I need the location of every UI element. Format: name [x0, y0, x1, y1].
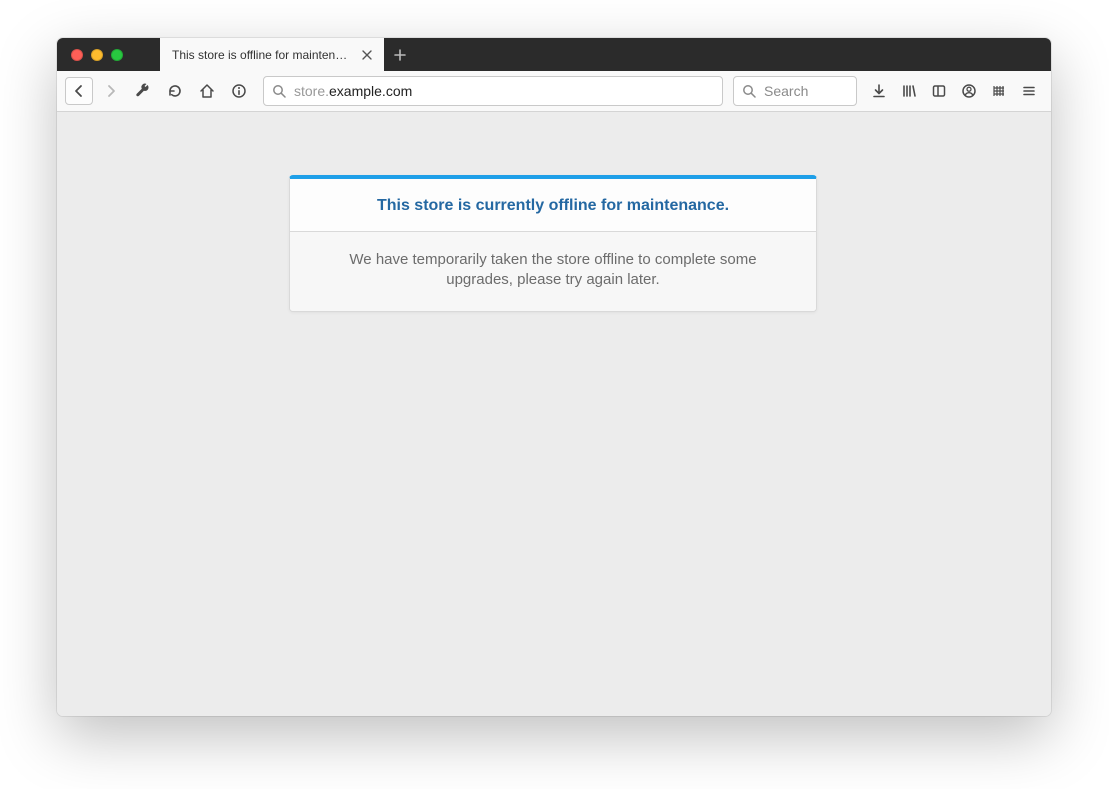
maintenance-message: We have temporarily taken the store offl… [290, 232, 816, 311]
back-button[interactable] [65, 77, 93, 105]
account-icon [961, 83, 977, 99]
hamburger-icon [1021, 83, 1037, 99]
downloads-button[interactable] [865, 77, 893, 105]
grid-icon [991, 83, 1007, 99]
search-icon [742, 84, 756, 98]
new-tab-button[interactable] [384, 38, 416, 71]
menu-button[interactable] [1015, 77, 1043, 105]
url-domain: example.com [329, 83, 412, 99]
home-button[interactable] [193, 77, 221, 105]
library-icon [901, 83, 917, 99]
wrench-icon [135, 83, 151, 99]
url-text: store.example.com [294, 83, 412, 99]
info-icon [231, 83, 247, 99]
browser-tab[interactable]: This store is offline for maintenance [160, 38, 384, 71]
maintenance-heading: This store is currently offline for main… [290, 179, 816, 232]
reload-button[interactable] [161, 77, 189, 105]
page-content: This store is currently offline for main… [57, 112, 1051, 716]
sidebar-button[interactable] [925, 77, 953, 105]
window-close-button[interactable] [71, 49, 83, 61]
dev-tools-button[interactable] [129, 77, 157, 105]
browser-window: This store is offline for maintenance [57, 38, 1051, 716]
tab-strip: This store is offline for maintenance [57, 38, 1051, 71]
download-icon [871, 83, 887, 99]
sidebar-icon [931, 83, 947, 99]
library-button[interactable] [895, 77, 923, 105]
tab-close-button[interactable] [360, 48, 374, 62]
back-arrow-icon [71, 83, 87, 99]
search-bar[interactable] [733, 76, 857, 106]
search-input[interactable] [764, 83, 848, 99]
url-prefix: store. [294, 83, 329, 99]
window-maximize-button[interactable] [111, 49, 123, 61]
window-controls [57, 38, 160, 71]
search-icon [272, 84, 286, 98]
plus-icon [394, 49, 406, 61]
maintenance-card: This store is currently offline for main… [289, 175, 817, 312]
window-minimize-button[interactable] [91, 49, 103, 61]
forward-arrow-icon [103, 83, 119, 99]
toolbar-right [865, 77, 1043, 105]
forward-button[interactable] [97, 77, 125, 105]
account-button[interactable] [955, 77, 983, 105]
reload-icon [167, 83, 183, 99]
tab-title: This store is offline for maintenance [172, 48, 352, 62]
site-info-button[interactable] [225, 77, 253, 105]
address-bar[interactable]: store.example.com [263, 76, 723, 106]
extension-button[interactable] [985, 77, 1013, 105]
home-icon [199, 83, 215, 99]
close-icon [362, 50, 372, 60]
toolbar: store.example.com [57, 71, 1051, 112]
